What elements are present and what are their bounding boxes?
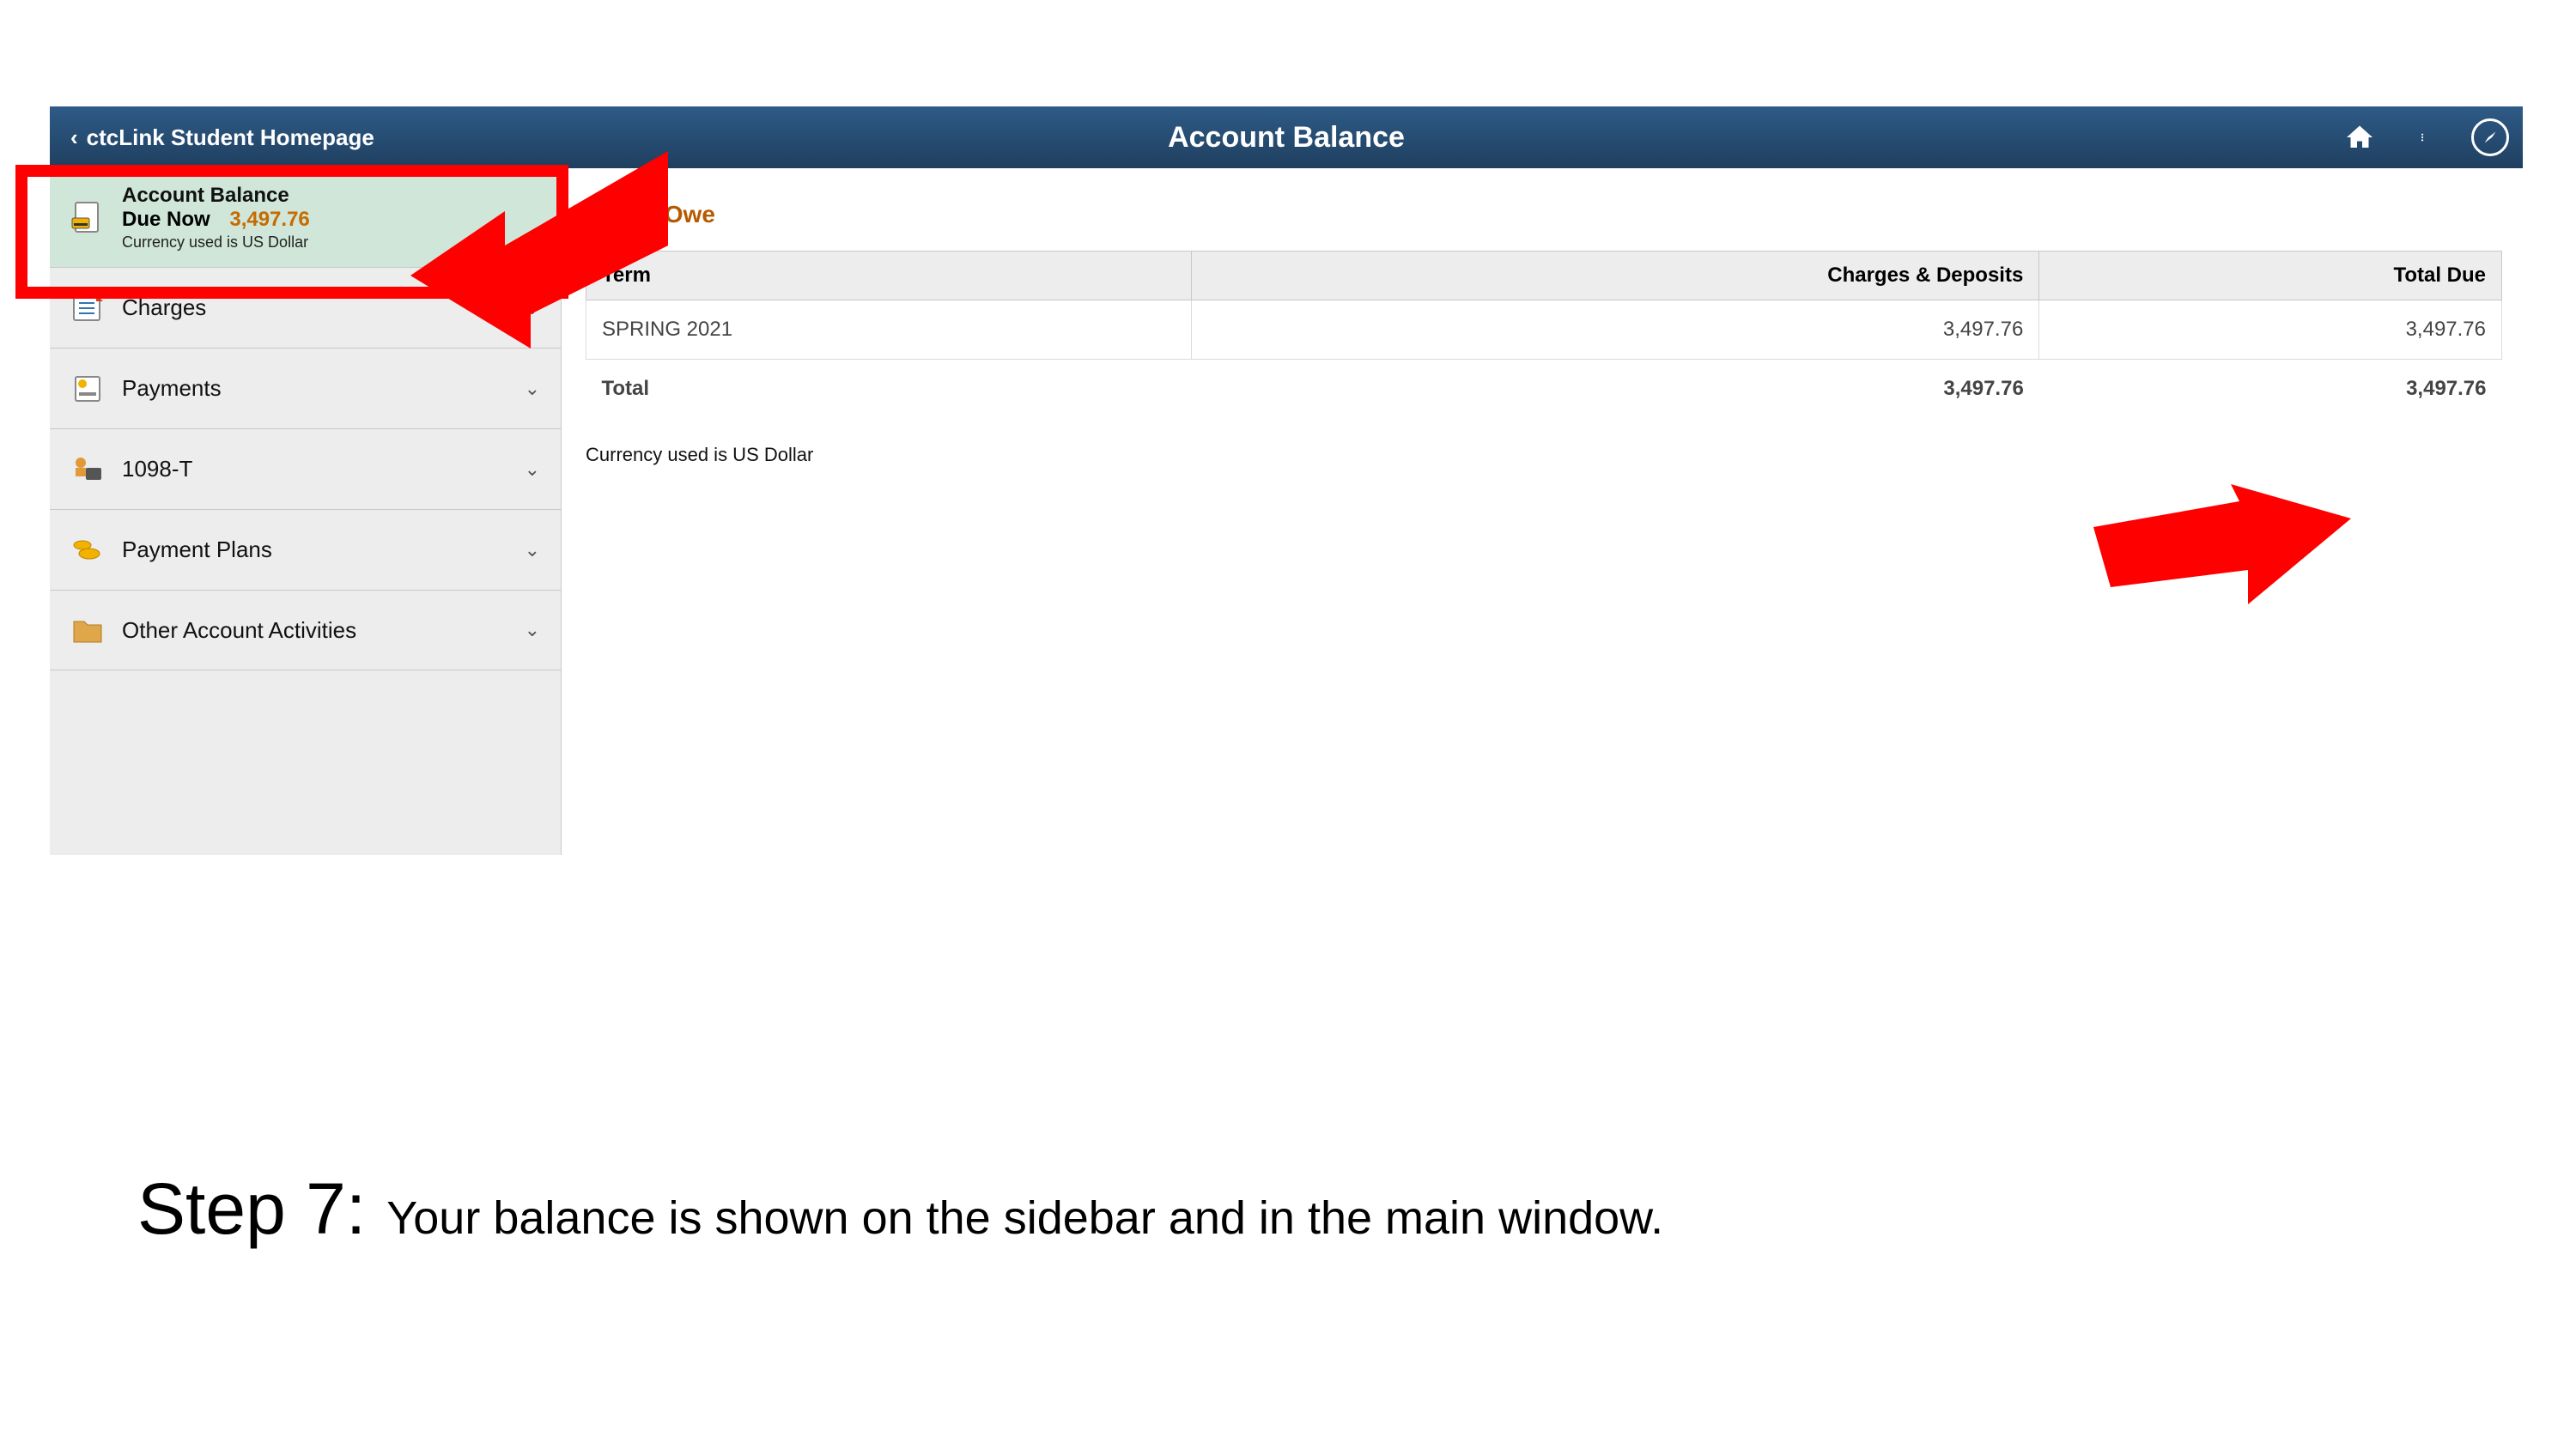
- compass-icon[interactable]: [2471, 118, 2509, 156]
- home-icon[interactable]: [2341, 118, 2379, 156]
- col-term: Term: [586, 252, 1192, 300]
- chevron-down-icon: ⌄: [525, 619, 540, 641]
- totals-total-due: 3,497.76: [2039, 360, 2502, 419]
- sidebar-item-payment-plans[interactable]: Payment Plans ⌄: [50, 509, 561, 590]
- sidebar-item-label: Payment Plans: [122, 537, 272, 563]
- totals-label: Total: [586, 360, 1192, 419]
- app-frame: ‹ ctcLink Student Homepage Account Balan…: [50, 106, 2523, 855]
- section-title: What I Owe: [586, 201, 2502, 228]
- col-charges: Charges & Deposits: [1191, 252, 2039, 300]
- totals-charges: 3,497.76: [1191, 360, 2039, 419]
- balance-amount: 3,497.76: [229, 208, 309, 231]
- balance-due-label: Due Now: [122, 208, 210, 231]
- back-label: ctcLink Student Homepage: [87, 124, 374, 151]
- cell-charges: 3,497.76: [1191, 300, 2039, 360]
- balance-currency-note: Currency used is US Dollar: [122, 233, 310, 252]
- balance-title: Account Balance: [122, 184, 310, 208]
- folder-icon: [70, 613, 105, 647]
- balance-due-line: Due Now 3,497.76: [122, 208, 310, 232]
- header-bar: ‹ ctcLink Student Homepage Account Balan…: [50, 106, 2523, 168]
- more-icon[interactable]: [2406, 118, 2444, 156]
- payment-icon: [70, 372, 105, 406]
- main-content: What I Owe Term Charges & Deposits Total…: [562, 168, 2523, 855]
- table-header-row: Term Charges & Deposits Total Due: [586, 252, 2502, 300]
- sidebar-balance-card[interactable]: Account Balance Due Now 3,497.76 Currenc…: [50, 168, 561, 267]
- chevron-left-icon: ‹: [70, 124, 78, 151]
- step-caption: Step 7: Your balance is shown on the sid…: [137, 1167, 1663, 1251]
- person-monitor-icon: [70, 452, 105, 487]
- chevron-down-icon: ⌄: [525, 539, 540, 561]
- sidebar-item-label: Other Account Activities: [122, 617, 356, 644]
- step-label: Step 7:: [137, 1167, 366, 1251]
- step-description: Your balance is shown on the sidebar and…: [386, 1191, 1663, 1245]
- invoice-icon: [70, 201, 105, 235]
- balance-text: Account Balance Due Now 3,497.76 Currenc…: [122, 184, 310, 252]
- chevron-down-icon: ⌄: [525, 297, 540, 319]
- back-button[interactable]: ‹ ctcLink Student Homepage: [70, 124, 374, 151]
- sidebar: Account Balance Due Now 3,497.76 Currenc…: [50, 168, 562, 855]
- sidebar-item-other-activities[interactable]: Other Account Activities ⌄: [50, 590, 561, 670]
- sidebar-item-payments[interactable]: Payments ⌄: [50, 348, 561, 428]
- content-row: Account Balance Due Now 3,497.76 Currenc…: [50, 168, 2523, 855]
- currency-note: Currency used is US Dollar: [586, 444, 2502, 466]
- sidebar-item-1098t[interactable]: 1098-T ⌄: [50, 428, 561, 509]
- cell-total-due: 3,497.76: [2039, 300, 2502, 360]
- cell-term: SPRING 2021: [586, 300, 1192, 360]
- header-actions: [2341, 118, 2509, 156]
- totals-row: Total 3,497.76 3,497.76: [586, 360, 2502, 419]
- page-title: Account Balance: [1168, 121, 1405, 155]
- sidebar-item-label: Payments: [122, 375, 222, 402]
- list-icon: [70, 291, 105, 325]
- what-i-owe-table: Term Charges & Deposits Total Due SPRING…: [586, 251, 2502, 418]
- sidebar-item-label: 1098-T: [122, 456, 192, 482]
- table-row: SPRING 2021 3,497.76 3,497.76: [586, 300, 2502, 360]
- chevron-down-icon: ⌄: [525, 378, 540, 400]
- col-total-due: Total Due: [2039, 252, 2502, 300]
- sidebar-item-charges[interactable]: Charges ⌄: [50, 267, 561, 348]
- sidebar-item-label: Charges: [122, 294, 206, 321]
- chevron-down-icon: ⌄: [525, 458, 540, 481]
- coins-icon: [70, 533, 105, 567]
